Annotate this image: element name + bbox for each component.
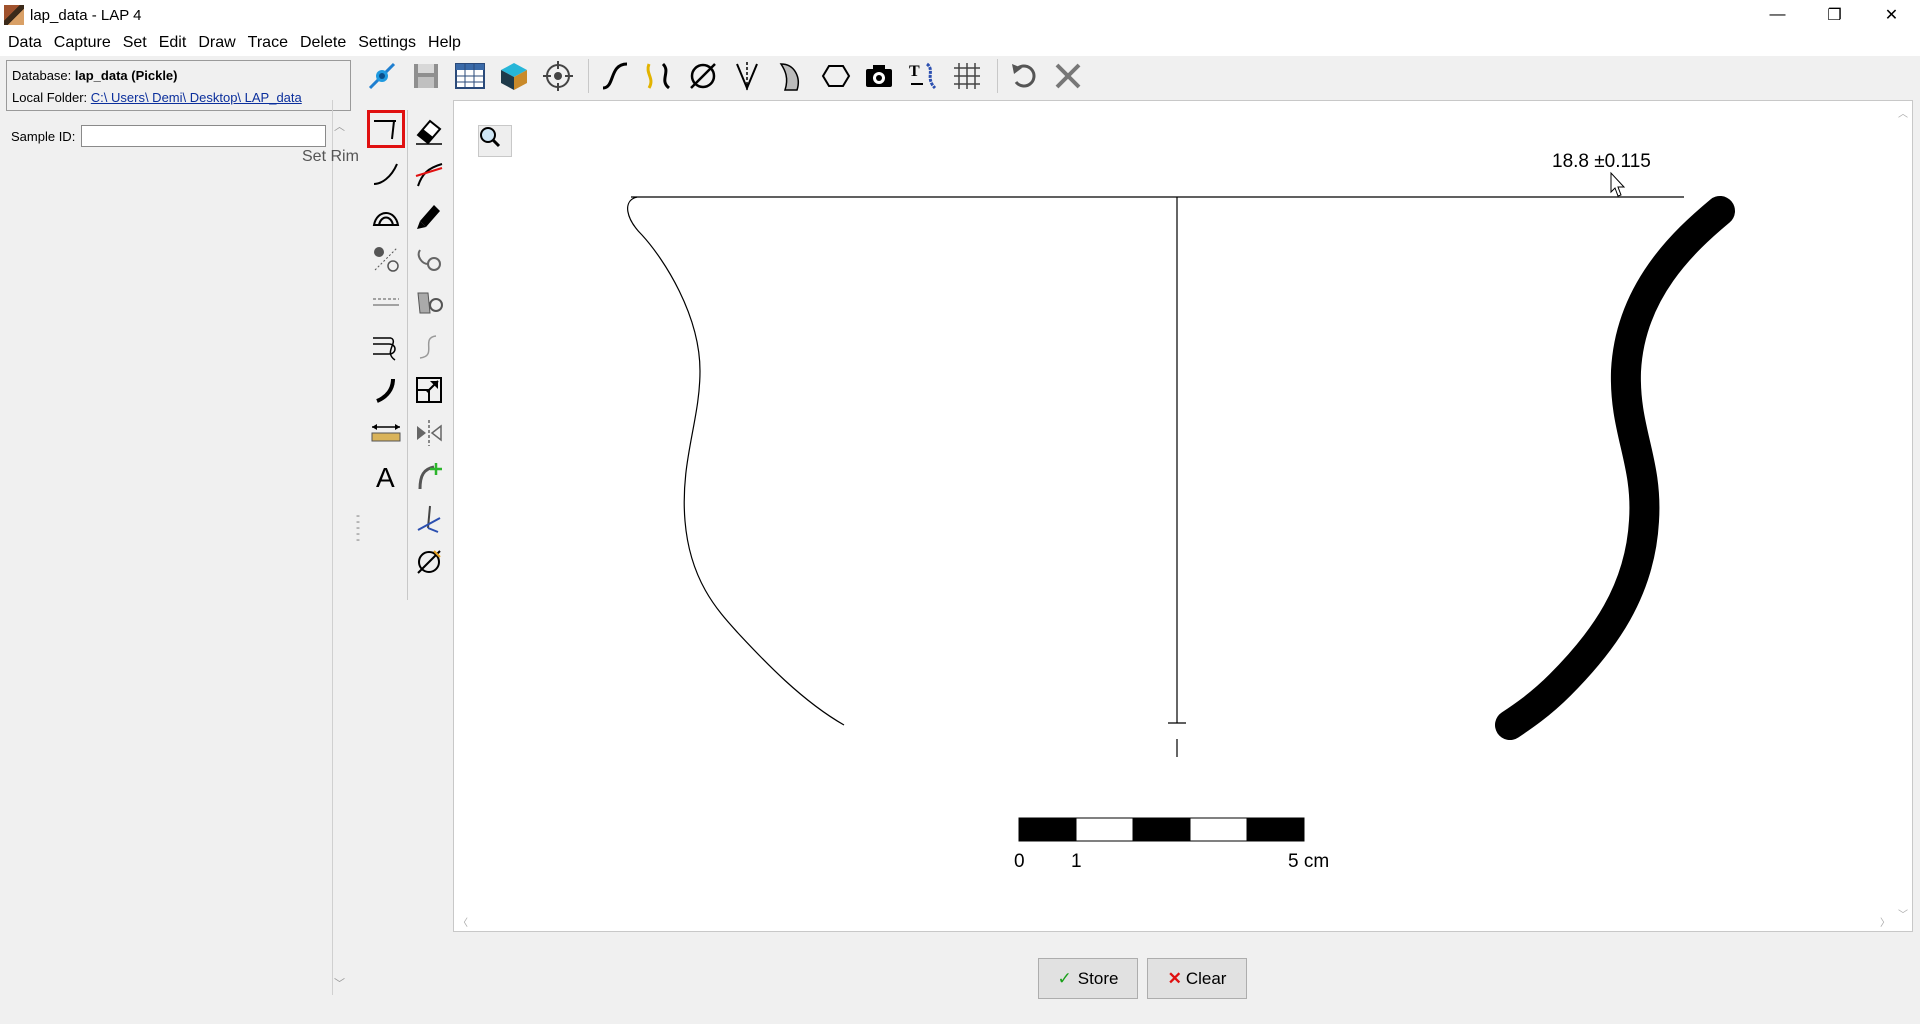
menu-settings[interactable]: Settings [352,30,422,56]
menu-edit[interactable]: Edit [153,30,193,56]
exterior-profile [627,196,845,726]
clear-x-icon: ✕ [1167,968,1182,988]
cancel-x-icon[interactable] [1048,56,1088,96]
scale-label-1: 1 [1071,851,1082,872]
arc-tool-icon[interactable] [367,197,405,235]
handle-profile-icon[interactable] [639,56,679,96]
clear-button[interactable]: ✕ Clear [1147,958,1247,999]
dashed-line-icon[interactable] [367,283,405,321]
database-label: Database: [12,68,72,83]
menu-data[interactable]: Data [2,30,48,56]
checkmark-icon: ✓ [1057,968,1072,988]
canvas-scroll-up-icon[interactable]: ︿ [1898,105,1908,120]
target-icon[interactable] [538,56,578,96]
curve-tool-icon[interactable] [367,154,405,192]
menu-trace[interactable]: Trace [242,30,294,56]
sample-id-row: Sample ID: [11,125,327,147]
camera-icon[interactable] [859,56,899,96]
mirror-icon[interactable] [410,414,448,452]
handle-tool-icon[interactable] [410,240,448,278]
clear-label: Clear [1185,968,1227,988]
menu-set[interactable]: Set [117,30,153,56]
profile-curve-icon[interactable] [595,56,635,96]
red-curve-tool-icon[interactable] [410,154,448,192]
menu-capture[interactable]: Capture [48,30,117,56]
scale-black-2 [1132,817,1191,842]
vessel-drawing [627,171,1735,842]
toolbar-separator [997,59,998,93]
database-value: lap_data (Pickle) [74,68,178,83]
s-curve-icon[interactable] [410,328,448,366]
minimize-button[interactable]: — [1749,0,1806,30]
blue-profile-icon[interactable] [410,500,448,538]
window-controls: — ❐ ✕ [1749,0,1920,30]
section-tool-icon[interactable] [727,56,767,96]
diameter-icon[interactable] [683,56,723,96]
rim-profile-icon[interactable] [367,328,405,366]
menu-delete[interactable]: Delete [294,30,352,56]
left-panel: Sample ID: [0,115,332,995]
table-icon[interactable] [450,56,490,96]
store-label: Store [1077,968,1119,988]
canvas-scroll-down-icon[interactable]: ﹀ [1898,906,1908,921]
text-profile-icon[interactable]: T [903,56,943,96]
tool-palette: A [362,110,452,600]
save-icon[interactable] [406,56,446,96]
svg-text:T: T [909,63,920,80]
app-icon [4,5,24,25]
vessel-handle-icon[interactable] [410,283,448,321]
database-info-panel: Database: lap_data (Pickle) Local Folder… [6,60,351,111]
point-tool-icon[interactable] [367,240,405,278]
sample-id-input[interactable] [81,125,327,147]
sample-id-label: Sample ID: [11,128,76,144]
diameter-measurement: 18.8 ±0.115 [1552,151,1651,172]
diameter-measure-icon[interactable] [410,543,448,581]
scale-white-1 [1075,817,1134,842]
outline-shape-icon[interactable] [815,56,855,96]
menu-draw[interactable]: Draw [192,30,241,56]
3d-cube-icon[interactable] [494,56,534,96]
menu-help[interactable]: Help [422,30,467,56]
folder-link[interactable]: C:\ Users\ Demi\ Desktop\ LAP_data [91,90,302,105]
text-tool-icon[interactable]: A [367,457,405,495]
drawing-canvas[interactable]: 18.8 ±0.115 0 1 5 cm ︿ ﹀ 〈 〉 [453,100,1913,932]
scale-white-2 [1189,817,1248,842]
maximize-button[interactable]: ❐ [1806,0,1863,30]
folder-label: Local Folder: [12,90,88,105]
eraser-icon[interactable] [410,111,448,149]
section-profile [1495,196,1735,740]
panel-divider [332,100,333,995]
scale-black-3 [1246,817,1305,842]
scale-label-0: 0 [1014,851,1025,872]
panel-scroll-up-icon[interactable]: ︿ [334,118,345,134]
resize-icon[interactable] [410,371,448,409]
undo-icon[interactable] [1004,56,1044,96]
thick-stroke-icon[interactable] [367,371,405,409]
scale-black-1 [1018,817,1077,842]
window-title: lap_data - LAP 4 [30,6,142,24]
tool-tooltip: Set Rim [302,148,359,165]
pencil-icon[interactable] [410,197,448,235]
title-bar: lap_data - LAP 4 — ❐ ✕ [0,0,1920,30]
add-profile-icon[interactable] [410,457,448,495]
store-button[interactable]: ✓ Store [1038,958,1138,999]
sherd-shape-icon[interactable] [771,56,811,96]
connect-camera-icon[interactable] [362,56,402,96]
toolbar-separator [588,59,589,93]
menu-bar: Data Capture Set Edit Draw Trace Delete … [0,30,1920,56]
action-bar: ✓ Store ✕ Clear [0,955,1920,1000]
canvas-scroll-right-icon[interactable]: 〉 [1880,914,1890,929]
canvas-scroll-left-icon[interactable]: 〈 [458,914,468,929]
palette-drag-handle[interactable]: ----- [356,509,360,545]
close-button[interactable]: ✕ [1863,0,1920,30]
zoom-icon[interactable] [478,125,512,157]
mouse-cursor-icon [1610,171,1626,197]
grid-icon[interactable] [947,56,987,96]
ruler-icon[interactable] [367,414,405,452]
svg-text:A: A [376,462,395,491]
scale-label-5cm: 5 cm [1288,851,1330,872]
set-rim-tool-icon[interactable] [367,110,405,148]
main-toolbar: T [362,56,1920,96]
